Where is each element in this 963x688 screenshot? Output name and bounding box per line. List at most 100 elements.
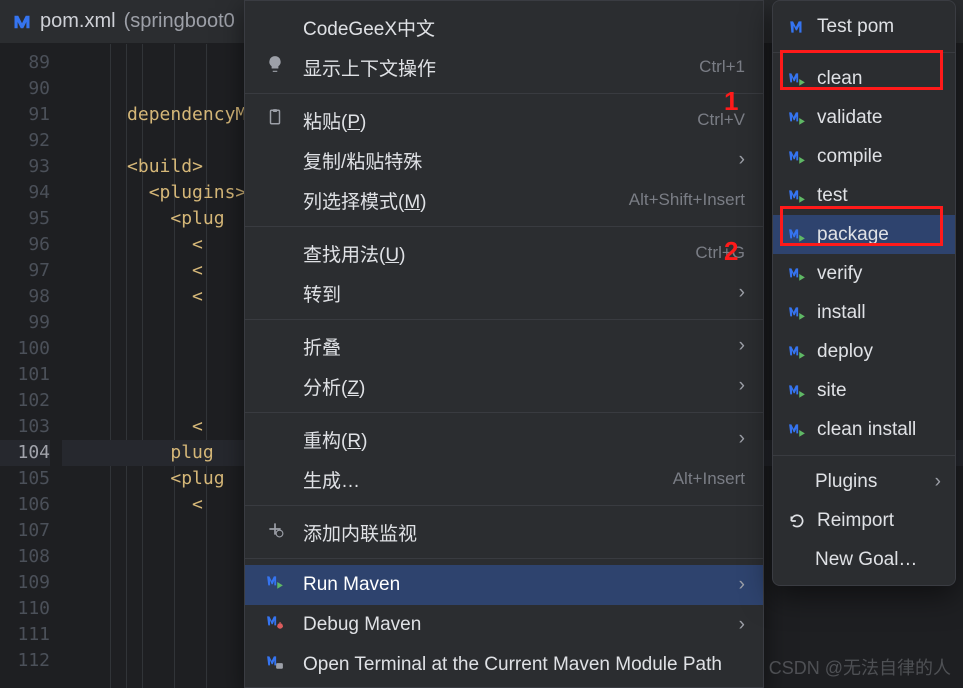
tab-filename: pom.xml: [40, 10, 116, 33]
submenu-item-validate[interactable]: validate: [773, 98, 955, 137]
menu-item-z[interactable]: 分析(Z)›: [245, 366, 763, 406]
menu-label: Debug Maven: [303, 614, 421, 636]
menu-label: 列选择模式(M): [303, 187, 426, 214]
menu-item-[interactable]: 复制/粘贴特殊›: [245, 140, 763, 180]
run-maven-submenu: Test pom clean validatecompile test package v…: [772, 0, 956, 586]
menu-label: CodeGeeX中文: [303, 14, 435, 41]
submenu-label: clean install: [817, 419, 916, 441]
maven-run-icon: [787, 421, 807, 439]
line-number: 90: [0, 76, 50, 102]
menu-separator: [245, 226, 763, 227]
maven-run-icon: [787, 304, 807, 322]
menu-item-u[interactable]: 查找用法(U) Ctrl+G: [245, 233, 763, 273]
submenu-item-plugins[interactable]: Plugins›: [773, 462, 955, 501]
submenu-label: site: [817, 380, 847, 402]
maven-run-icon: [787, 343, 807, 361]
submenu-title[interactable]: Test pom: [773, 7, 955, 46]
menu-label: 复制/粘贴特殊: [303, 147, 422, 174]
line-number: 102: [0, 388, 50, 414]
menu-item-[interactable]: 生成… Alt+Insert: [245, 459, 763, 499]
line-number: 105: [0, 466, 50, 492]
submenu-label: install: [817, 302, 866, 324]
submenu-item-test[interactable]: test: [773, 176, 955, 215]
menu-item-[interactable]: 折叠›: [245, 326, 763, 366]
submenu-title-label: Test pom: [817, 16, 894, 38]
menu-item-codegeex[interactable]: CodeGeeX中文: [245, 7, 763, 47]
menu-label: Run Maven: [303, 574, 400, 596]
menu-separator: [245, 505, 763, 506]
maven-debug-icon: [263, 613, 287, 637]
menu-item-[interactable]: 显示上下文操作 Ctrl+1: [245, 47, 763, 87]
submenu-label: Reimport: [817, 510, 894, 532]
line-number: 91: [0, 102, 50, 128]
maven-run-icon: [787, 226, 807, 244]
menu-label: 重构(R): [303, 426, 367, 453]
line-number: 98: [0, 284, 50, 310]
line-number: 112: [0, 648, 50, 674]
line-number: 111: [0, 622, 50, 648]
menu-item-run-maven[interactable]: Run Maven›: [245, 565, 763, 605]
maven-run-icon: [787, 70, 807, 88]
submenu-item-clean-install[interactable]: clean install: [773, 410, 955, 449]
menu-item-m[interactable]: 列选择模式(M) Alt+Shift+Insert: [245, 180, 763, 220]
submenu-item-site[interactable]: site: [773, 371, 955, 410]
submenu-label: clean: [817, 68, 862, 90]
line-number: 107: [0, 518, 50, 544]
submenu-item-reimport[interactable]: Reimport: [773, 501, 955, 540]
menu-item-open-terminal-at-the-current-maven-module-path[interactable]: Open Terminal at the Current Maven Modul…: [245, 645, 763, 685]
submenu-item-new-goal[interactable]: New Goal…: [773, 540, 955, 579]
menu-label: 查找用法(U): [303, 240, 405, 267]
line-number: 89: [0, 50, 50, 76]
menu-item-[interactable]: 添加内联监视: [245, 512, 763, 552]
menu-item-[interactable]: 转到›: [245, 273, 763, 313]
line-number: 103: [0, 414, 50, 440]
maven-run-icon: [787, 148, 807, 166]
m-icon: [787, 18, 807, 36]
line-number: 97: [0, 258, 50, 284]
line-number: 104: [0, 440, 50, 466]
line-number: 93: [0, 154, 50, 180]
submenu-item-compile[interactable]: compile: [773, 137, 955, 176]
submenu-item-deploy[interactable]: deploy: [773, 332, 955, 371]
menu-label: 添加内联监视: [303, 519, 417, 546]
menu-item-p[interactable]: 粘贴(P)Ctrl+V: [245, 100, 763, 140]
editor-tab-active[interactable]: pom.xml (springboot0: [12, 10, 235, 33]
line-number: 99: [0, 310, 50, 336]
menu-separator: [245, 93, 763, 94]
submenu-label: deploy: [817, 341, 873, 363]
submenu-item-package[interactable]: package: [773, 215, 955, 254]
menu-separator: [245, 412, 763, 413]
line-number: 95: [0, 206, 50, 232]
menu-separator: [245, 319, 763, 320]
menu-label: 显示上下文操作: [303, 54, 436, 81]
clipboard-icon: [263, 108, 287, 132]
context-menu: CodeGeeX中文显示上下文操作Ctrl+1粘贴(P)Ctrl+V复制/粘贴特…: [244, 0, 764, 688]
maven-run-icon: [787, 265, 807, 283]
menu-shortcut: Ctrl+1: [699, 57, 745, 77]
submenu-label: test: [817, 185, 848, 207]
menu-shortcut: Alt+Shift+Insert: [629, 190, 745, 210]
submenu-label: package: [817, 224, 889, 246]
line-number: 100: [0, 336, 50, 362]
bulb-icon: [263, 55, 287, 79]
menu-shortcut: Alt+Insert: [673, 469, 745, 489]
submenu-label: New Goal…: [815, 549, 917, 571]
menu-shortcut: Ctrl+G: [695, 243, 745, 263]
line-number: 96: [0, 232, 50, 258]
submenu-item-verify[interactable]: verify: [773, 254, 955, 293]
maven-run-icon: [263, 573, 287, 597]
menu-item-debug-maven[interactable]: Debug Maven›: [245, 605, 763, 645]
submenu-item-install[interactable]: install: [773, 293, 955, 332]
menu-label: 分析(Z): [303, 373, 365, 400]
menu-label: 转到: [303, 280, 341, 307]
menu-item-r[interactable]: 重构(R)›: [245, 419, 763, 459]
line-number: 101: [0, 362, 50, 388]
menu-label: Open Terminal at the Current Maven Modul…: [303, 654, 722, 676]
submenu-item-clean[interactable]: clean: [773, 59, 955, 98]
plus-debug-icon: [263, 520, 287, 544]
line-number: 92: [0, 128, 50, 154]
maven-file-icon: [12, 12, 32, 32]
maven-term-icon: [263, 653, 287, 677]
submenu-label: verify: [817, 263, 862, 285]
menu-label: 生成…: [303, 466, 360, 493]
